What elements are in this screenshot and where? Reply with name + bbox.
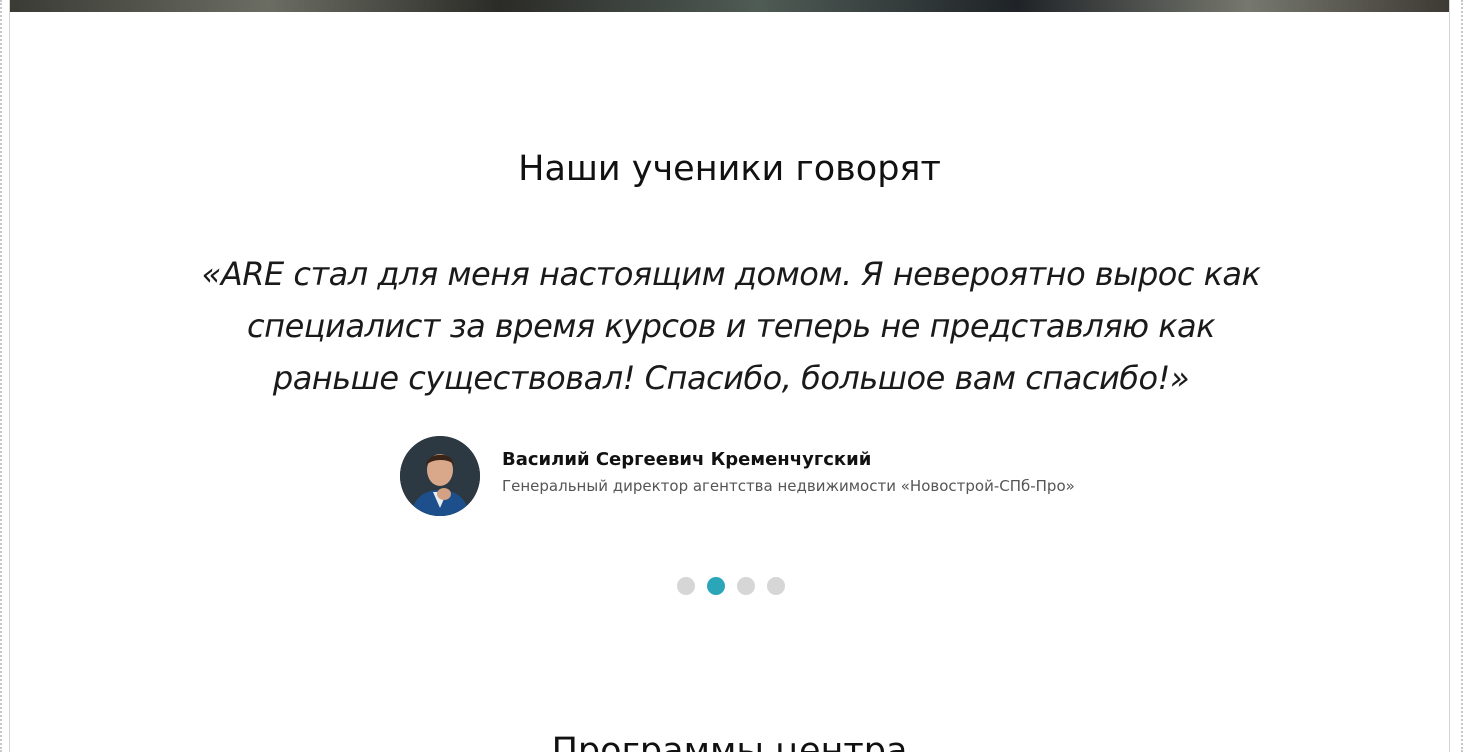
slider-dot-1[interactable] <box>677 577 695 595</box>
page: Наши ученики говорят «ARE стал для меня … <box>0 0 1465 752</box>
slider-dot-3[interactable] <box>737 577 755 595</box>
slider-dot-2[interactable] <box>707 577 725 595</box>
slider-pagination <box>677 577 785 595</box>
content-frame: Наши ученики говорят «ARE стал для меня … <box>9 0 1450 752</box>
slider-dot-4[interactable] <box>767 577 785 595</box>
author-avatar <box>400 436 480 516</box>
hero-image-bottom-edge <box>10 0 1449 12</box>
testimonial-author: Василий Сергеевич Кременчугский Генераль… <box>400 436 1075 516</box>
programs-title: Программы центра <box>551 731 908 752</box>
testimonials-title: Наши ученики говорят <box>518 149 941 189</box>
author-name: Василий Сергеевич Кременчугский <box>502 449 872 470</box>
author-photo-icon <box>400 436 480 516</box>
right-guide-line <box>1461 0 1463 752</box>
author-role: Генеральный директор агентства недвижимо… <box>502 477 1075 495</box>
left-guide-line <box>0 0 2 752</box>
author-details: Василий Сергеевич Кременчугский Генераль… <box>502 448 1075 496</box>
testimonial-quote: «ARE стал для меня настоящим домом. Я не… <box>201 255 1261 397</box>
